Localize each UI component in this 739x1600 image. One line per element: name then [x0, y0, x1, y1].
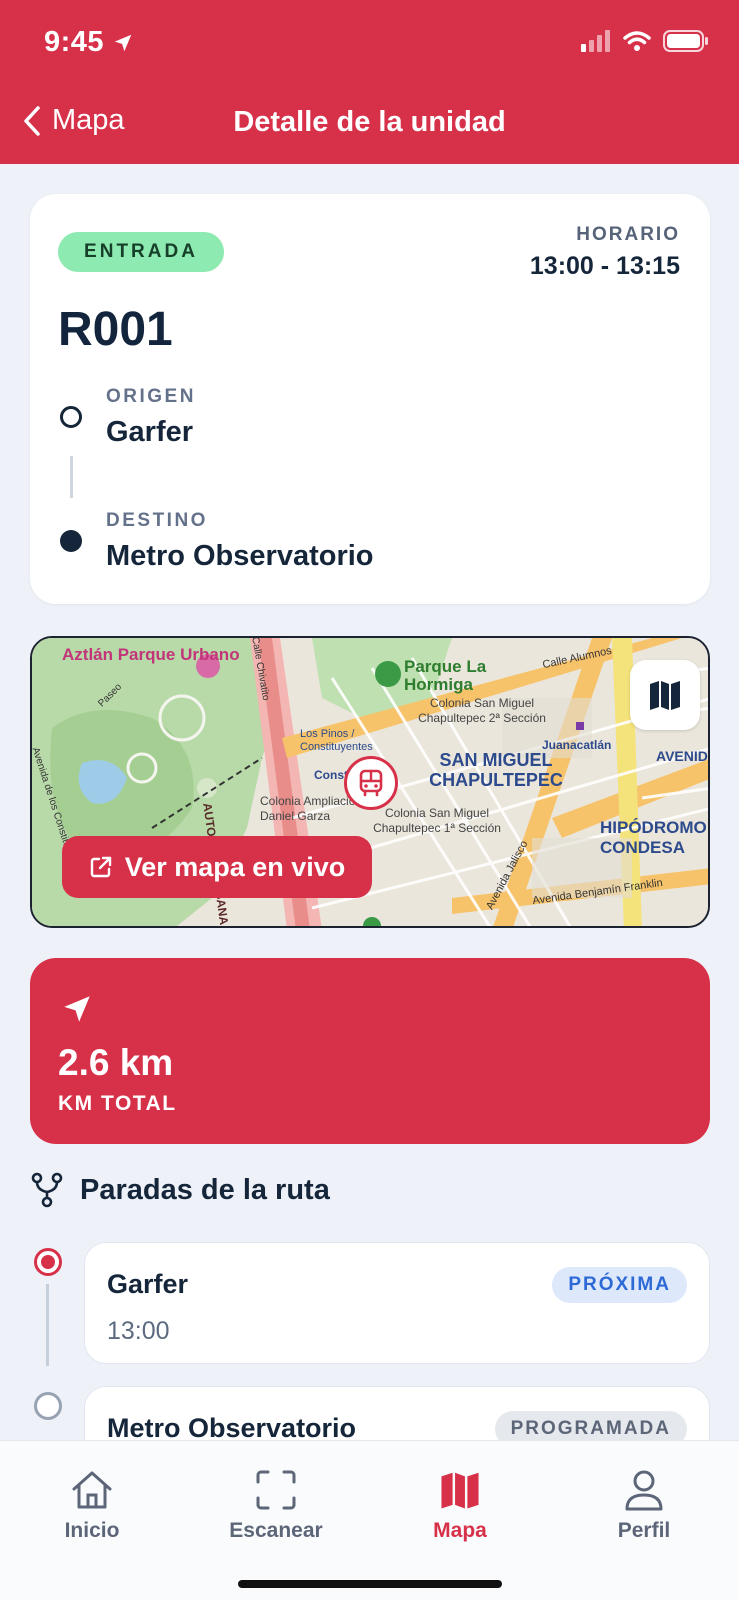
- stop-name: Garfer: [107, 1269, 189, 1299]
- top-bar: 9:45 Mapa Detalle de la unidad: [0, 0, 739, 164]
- distance-label: KM TOTAL: [58, 1092, 177, 1115]
- home-indicator[interactable]: [238, 1580, 502, 1588]
- tab-inicio[interactable]: Inicio: [0, 1469, 184, 1543]
- route-code: R001: [58, 303, 173, 356]
- cellular-signal-icon: [581, 30, 610, 52]
- stops-section-title: Paradas de la ruta: [30, 1172, 330, 1208]
- map-label-pinos: Los Pinos / Constituyentes: [300, 728, 373, 753]
- map-label-colonia-1: Colonia San Miguel Chapultepec 1ª Secció…: [373, 806, 501, 835]
- route-fork-icon: [31, 1172, 63, 1208]
- battery-icon: [663, 30, 708, 52]
- stops-title-text: Paradas de la ruta: [80, 1173, 330, 1206]
- tab-label: Inicio: [64, 1519, 120, 1542]
- external-link-icon: [90, 856, 111, 878]
- stop-card[interactable]: Garfer 13:00 PRÓXIMA: [84, 1242, 710, 1364]
- tab-escanear[interactable]: Escanear: [184, 1469, 368, 1543]
- route-connector: [70, 456, 73, 498]
- stop-time: 13:00: [107, 1317, 170, 1345]
- status-indicators: [581, 30, 709, 52]
- schedule-value: 13:00 - 13:15: [529, 252, 680, 280]
- destination-label: DESTINO: [106, 510, 208, 531]
- destination-value: Metro Observatorio: [106, 540, 374, 572]
- page-title: Detalle de la unidad: [233, 106, 506, 138]
- status-time: 9:45: [44, 26, 134, 59]
- location-arrow-icon: [114, 34, 132, 51]
- schedule-label: HORARIO: [576, 224, 680, 245]
- tab-mapa[interactable]: Mapa: [368, 1469, 552, 1543]
- scan-icon: [256, 1470, 296, 1510]
- map-preview[interactable]: Aztlán Parque Urbano Parque La Hormiga C…: [30, 636, 710, 928]
- map-label-avenida: AVENIDA: [656, 748, 708, 764]
- bus-icon: [359, 769, 383, 797]
- trip-type-badge: ENTRADA: [58, 232, 224, 272]
- map-label-colonia-2: Colonia San Miguel Chapultepec 2ª Secció…: [418, 696, 546, 725]
- wifi-icon: [623, 31, 651, 51]
- origin-marker-icon: [60, 406, 82, 428]
- tab-label: Perfil: [617, 1519, 671, 1542]
- stop-marker-idle-icon: [34, 1392, 62, 1420]
- live-map-button[interactable]: Ver mapa en vivo: [62, 836, 372, 898]
- stop-marker-active-icon: [34, 1248, 62, 1276]
- unit-summary-card: ENTRADA HORARIO 13:00 - 13:15 R001 ORIGE…: [30, 194, 710, 604]
- tab-perfil[interactable]: Perfil: [552, 1469, 736, 1543]
- bus-location-marker[interactable]: [344, 756, 398, 810]
- origin-value: Garfer: [106, 416, 194, 448]
- map-view-button[interactable]: [630, 660, 700, 730]
- distance-card: 2.6 km KM TOTAL: [30, 958, 710, 1144]
- tab-bar: Inicio Escanear Mapa Perfil: [0, 1440, 739, 1600]
- destination-marker-icon: [60, 530, 82, 552]
- map-label-hipodromo: HIPÓDROMO CONDESA: [600, 818, 707, 857]
- tab-label: Escanear: [229, 1519, 323, 1542]
- home-icon: [72, 1471, 112, 1509]
- map-icon: [650, 681, 680, 710]
- stop-status-badge: PRÓXIMA: [552, 1267, 687, 1303]
- stop-connector: [46, 1284, 49, 1366]
- map-label-san-miguel: SAN MIGUEL CHAPULTEPEC: [429, 750, 563, 790]
- map-label-hormiga: Parque La Hormiga: [404, 657, 487, 694]
- tab-label: Mapa: [433, 1519, 487, 1542]
- navigation-arrow-icon: [64, 996, 90, 1022]
- map-label-aztlan: Aztlán Parque Urbano: [62, 645, 240, 664]
- distance-value: 2.6 km: [58, 1042, 174, 1083]
- profile-icon: [625, 1470, 663, 1511]
- map-icon: [441, 1472, 479, 1509]
- origin-label: ORIGEN: [106, 386, 196, 407]
- live-map-label: Ver mapa en vivo: [124, 851, 346, 882]
